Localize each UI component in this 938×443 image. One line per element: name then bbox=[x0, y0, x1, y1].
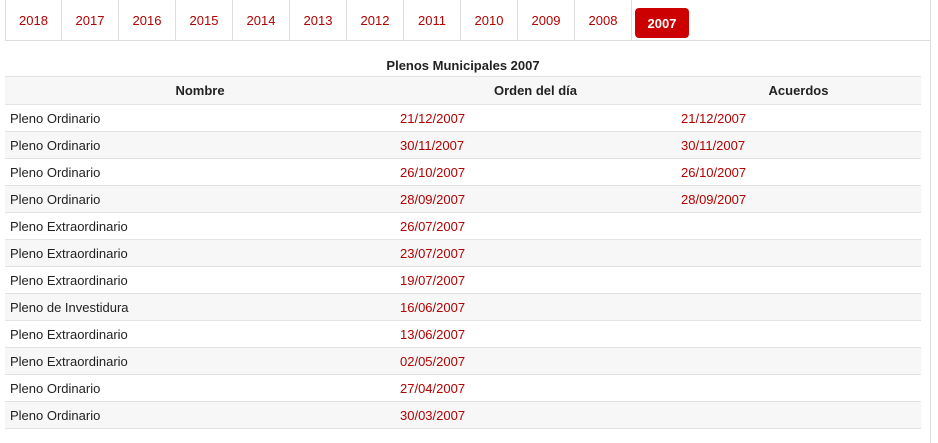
table-row: Pleno Extraordinario 02/05/2007 bbox=[5, 347, 921, 375]
tab-2014[interactable]: 2014 bbox=[233, 0, 290, 40]
acuerdos-cell bbox=[676, 401, 921, 429]
pleno-name-cell: Pleno Ordinario bbox=[5, 104, 395, 132]
acuerdos-cell: 26/10/2007 bbox=[676, 158, 921, 186]
table-row: Pleno Ordinario 30/11/2007 30/11/2007 bbox=[5, 131, 921, 159]
table-row: Pleno Extraordinario 26/07/2007 bbox=[5, 212, 921, 240]
table-body: Pleno Ordinario 21/12/2007 21/12/2007 Pleno… bbox=[5, 104, 921, 429]
acuerdos-link[interactable]: 30/11/2007 bbox=[681, 138, 745, 153]
plenos-table: Nombre Orden del día Acuerdos Pleno Ordi… bbox=[5, 76, 921, 429]
table-row: Pleno Ordinario 21/12/2007 21/12/2007 bbox=[5, 104, 921, 132]
orden-del-dia-cell: 21/12/2007 bbox=[395, 104, 676, 132]
pleno-name-cell: Pleno Extraordinario bbox=[5, 320, 395, 348]
orden-del-dia-cell: 16/06/2007 bbox=[395, 293, 676, 321]
orden-del-dia-link[interactable]: 27/04/2007 bbox=[400, 381, 465, 396]
acuerdos-cell bbox=[676, 293, 921, 321]
orden-del-dia-link[interactable]: 30/11/2007 bbox=[400, 138, 464, 153]
acuerdos-cell: 28/09/2007 bbox=[676, 185, 921, 213]
orden-del-dia-cell: 28/09/2007 bbox=[395, 185, 676, 213]
pleno-name-cell: Pleno Ordinario bbox=[5, 131, 395, 159]
pleno-name-cell: Pleno Extraordinario bbox=[5, 266, 395, 294]
tab-2008[interactable]: 2008 bbox=[575, 0, 632, 40]
column-header-nombre: Nombre bbox=[5, 76, 395, 105]
orden-del-dia-cell: 30/03/2007 bbox=[395, 401, 676, 429]
orden-del-dia-link[interactable]: 26/07/2007 bbox=[400, 219, 465, 234]
page-right-border bbox=[930, 0, 931, 443]
table-row: Pleno Extraordinario 13/06/2007 bbox=[5, 320, 921, 348]
acuerdos-cell bbox=[676, 239, 921, 267]
column-header-acuerdos: Acuerdos bbox=[676, 76, 921, 105]
acuerdos-cell: 21/12/2007 bbox=[676, 104, 921, 132]
orden-del-dia-link[interactable]: 23/07/2007 bbox=[400, 246, 465, 261]
orden-del-dia-link[interactable]: 26/10/2007 bbox=[400, 165, 465, 180]
tab-2011[interactable]: 2011 bbox=[404, 0, 461, 40]
table-row: Pleno Extraordinario 23/07/2007 bbox=[5, 239, 921, 267]
acuerdos-link[interactable]: 26/10/2007 bbox=[681, 165, 746, 180]
tab-2015[interactable]: 2015 bbox=[176, 0, 233, 40]
orden-del-dia-link[interactable]: 16/06/2007 bbox=[400, 300, 465, 315]
tab-2017[interactable]: 2017 bbox=[62, 0, 119, 40]
acuerdos-cell bbox=[676, 347, 921, 375]
pleno-name-cell: Pleno Ordinario bbox=[5, 374, 395, 402]
table-header-row: Nombre Orden del día Acuerdos bbox=[5, 76, 921, 105]
orden-del-dia-cell: 27/04/2007 bbox=[395, 374, 676, 402]
tab-2012[interactable]: 2012 bbox=[347, 0, 404, 40]
tab-2010[interactable]: 2010 bbox=[461, 0, 518, 40]
orden-del-dia-link[interactable]: 13/06/2007 bbox=[400, 327, 465, 342]
pleno-name-cell: Pleno Ordinario bbox=[5, 401, 395, 429]
pleno-name-cell: Pleno Ordinario bbox=[5, 185, 395, 213]
orden-del-dia-cell: 23/07/2007 bbox=[395, 239, 676, 267]
table-row: Pleno de Investidura 16/06/2007 bbox=[5, 293, 921, 321]
tab-2009[interactable]: 2009 bbox=[518, 0, 575, 40]
acuerdos-cell bbox=[676, 320, 921, 348]
table-row: Pleno Ordinario 26/10/2007 26/10/2007 bbox=[5, 158, 921, 186]
pleno-name-cell: Pleno Extraordinario bbox=[5, 239, 395, 267]
acuerdos-cell bbox=[676, 266, 921, 294]
orden-del-dia-cell: 30/11/2007 bbox=[395, 131, 676, 159]
pleno-name-cell: Pleno Extraordinario bbox=[5, 347, 395, 375]
orden-del-dia-link[interactable]: 02/05/2007 bbox=[400, 354, 465, 369]
tab-2016[interactable]: 2016 bbox=[119, 0, 176, 40]
column-header-orden-del-dia: Orden del día bbox=[395, 76, 676, 105]
pleno-name-cell: Pleno Extraordinario bbox=[5, 212, 395, 240]
pleno-name-cell: Pleno Ordinario bbox=[5, 158, 395, 186]
table-row: Pleno Extraordinario 19/07/2007 bbox=[5, 266, 921, 294]
acuerdos-cell: 30/11/2007 bbox=[676, 131, 921, 159]
acuerdos-link[interactable]: 21/12/2007 bbox=[681, 111, 746, 126]
orden-del-dia-cell: 13/06/2007 bbox=[395, 320, 676, 348]
tab-2007-active[interactable]: 2007 bbox=[635, 8, 689, 38]
orden-del-dia-link[interactable]: 28/09/2007 bbox=[400, 192, 465, 207]
table-row: Pleno Ordinario 28/09/2007 28/09/2007 bbox=[5, 185, 921, 213]
acuerdos-link[interactable]: 28/09/2007 bbox=[681, 192, 746, 207]
orden-del-dia-cell: 19/07/2007 bbox=[395, 266, 676, 294]
year-tabs: 2018 2017 2016 2015 2014 2013 2012 2011 … bbox=[5, 0, 930, 41]
orden-del-dia-cell: 26/10/2007 bbox=[395, 158, 676, 186]
table-row: Pleno Ordinario 30/03/2007 bbox=[5, 401, 921, 429]
orden-del-dia-link[interactable]: 30/03/2007 bbox=[400, 408, 465, 423]
pleno-name-cell: Pleno de Investidura bbox=[5, 293, 395, 321]
tab-2018[interactable]: 2018 bbox=[5, 0, 62, 40]
tab-2013[interactable]: 2013 bbox=[290, 0, 347, 40]
acuerdos-cell bbox=[676, 374, 921, 402]
orden-del-dia-cell: 02/05/2007 bbox=[395, 347, 676, 375]
table-row: Pleno Ordinario 27/04/2007 bbox=[5, 374, 921, 402]
orden-del-dia-link[interactable]: 19/07/2007 bbox=[400, 273, 465, 288]
orden-del-dia-link[interactable]: 21/12/2007 bbox=[400, 111, 465, 126]
orden-del-dia-cell: 26/07/2007 bbox=[395, 212, 676, 240]
acuerdos-cell bbox=[676, 212, 921, 240]
table-caption: Plenos Municipales 2007 bbox=[386, 58, 540, 73]
